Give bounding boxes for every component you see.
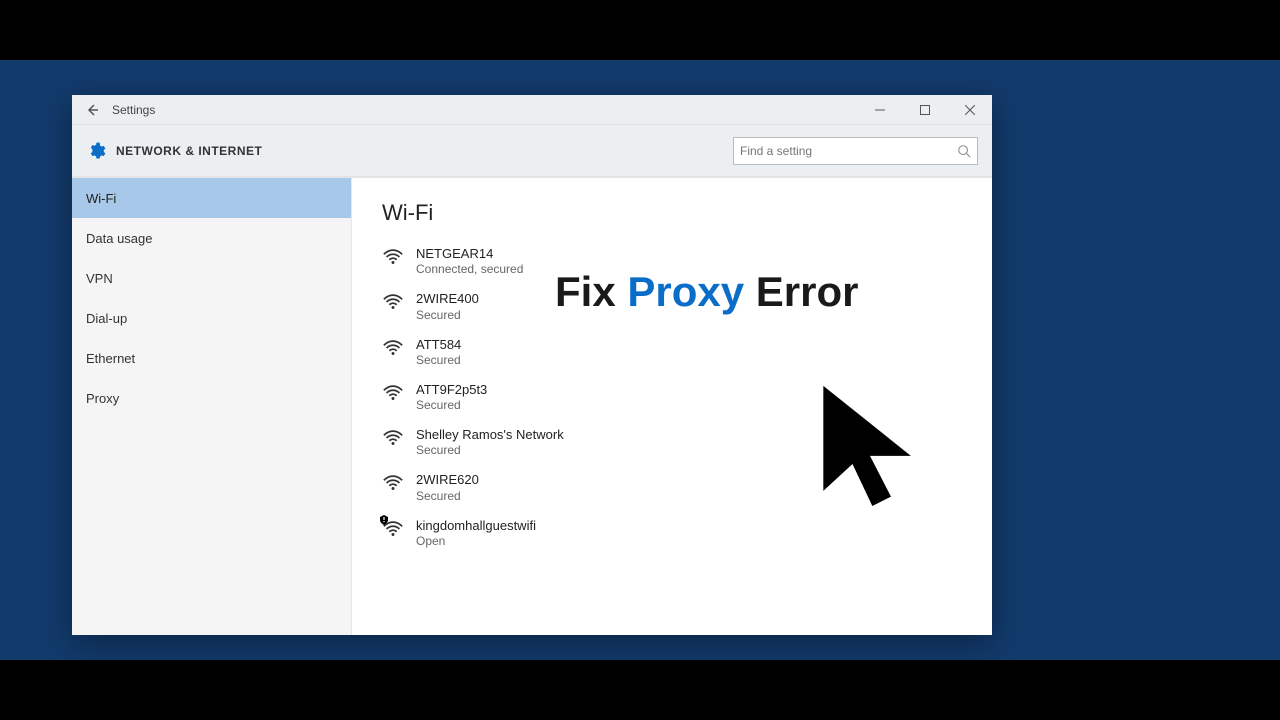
page-title: Wi-Fi xyxy=(382,200,962,226)
sidebar: Wi-Fi Data usage VPN Dial-up Ethernet Pr… xyxy=(72,178,352,635)
sidebar-item-data-usage[interactable]: Data usage xyxy=(72,218,351,258)
sidebar-item-label: Proxy xyxy=(86,391,119,406)
wifi-network-item[interactable]: ATT584 Secured xyxy=(382,337,962,368)
search-box[interactable] xyxy=(733,137,978,165)
wifi-ssid: ATT584 xyxy=(416,337,461,353)
maximize-button[interactable] xyxy=(902,95,947,125)
letterbox-bottom xyxy=(0,660,1280,720)
wifi-status: Secured xyxy=(416,308,479,323)
sidebar-item-label: Dial-up xyxy=(86,311,127,326)
wifi-status: Secured xyxy=(416,489,479,504)
wifi-signal-icon xyxy=(382,472,404,494)
wifi-ssid: NETGEAR14 xyxy=(416,246,523,262)
wifi-signal-icon xyxy=(382,427,404,449)
window-title: Settings xyxy=(112,103,155,117)
search-icon xyxy=(957,144,971,158)
wifi-ssid: 2WIRE620 xyxy=(416,472,479,488)
wifi-ssid: Shelley Ramos's Network xyxy=(416,427,564,443)
wifi-status: Open xyxy=(416,534,536,549)
overlay-title-text: Fix Proxy Error xyxy=(555,268,858,316)
sidebar-item-vpn[interactable]: VPN xyxy=(72,258,351,298)
back-button[interactable] xyxy=(72,95,112,125)
category-title: NETWORK & INTERNET xyxy=(116,144,262,158)
close-button[interactable] xyxy=(947,95,992,125)
titlebar: Settings xyxy=(72,95,992,125)
overlay-text-accent: Proxy xyxy=(627,268,744,315)
shield-warning-icon xyxy=(378,514,390,526)
letterbox-top xyxy=(0,0,1280,60)
wifi-signal-icon xyxy=(382,246,404,268)
sidebar-item-ethernet[interactable]: Ethernet xyxy=(72,338,351,378)
settings-window: Settings NETWORK & INTERNET xyxy=(72,95,992,635)
sidebar-item-label: VPN xyxy=(86,271,113,286)
wifi-signal-icon xyxy=(382,382,404,404)
wifi-status: Secured xyxy=(416,398,487,413)
settings-header: NETWORK & INTERNET xyxy=(72,125,992,177)
sidebar-item-label: Ethernet xyxy=(86,351,135,366)
wifi-status: Secured xyxy=(416,443,564,458)
wifi-ssid: 2WIRE400 xyxy=(416,291,479,307)
wifi-signal-icon xyxy=(382,291,404,313)
wifi-ssid: ATT9F2p5t3 xyxy=(416,382,487,398)
sidebar-item-label: Wi-Fi xyxy=(86,191,116,206)
wifi-ssid: kingdomhallguestwifi xyxy=(416,518,536,534)
cursor-icon xyxy=(810,380,930,525)
overlay-text-part2: Error xyxy=(744,268,858,315)
wifi-status: Secured xyxy=(416,353,461,368)
sidebar-item-dialup[interactable]: Dial-up xyxy=(72,298,351,338)
sidebar-item-label: Data usage xyxy=(86,231,153,246)
search-input[interactable] xyxy=(740,144,957,158)
window-controls xyxy=(857,95,992,125)
gear-icon xyxy=(86,141,106,161)
wifi-signal-icon xyxy=(382,337,404,359)
sidebar-item-proxy[interactable]: Proxy xyxy=(72,378,351,418)
wifi-status: Connected, secured xyxy=(416,262,523,277)
overlay-text-part1: Fix xyxy=(555,268,627,315)
minimize-button[interactable] xyxy=(857,95,902,125)
sidebar-item-wifi[interactable]: Wi-Fi xyxy=(72,178,351,218)
wifi-open-signal-icon xyxy=(382,518,404,540)
